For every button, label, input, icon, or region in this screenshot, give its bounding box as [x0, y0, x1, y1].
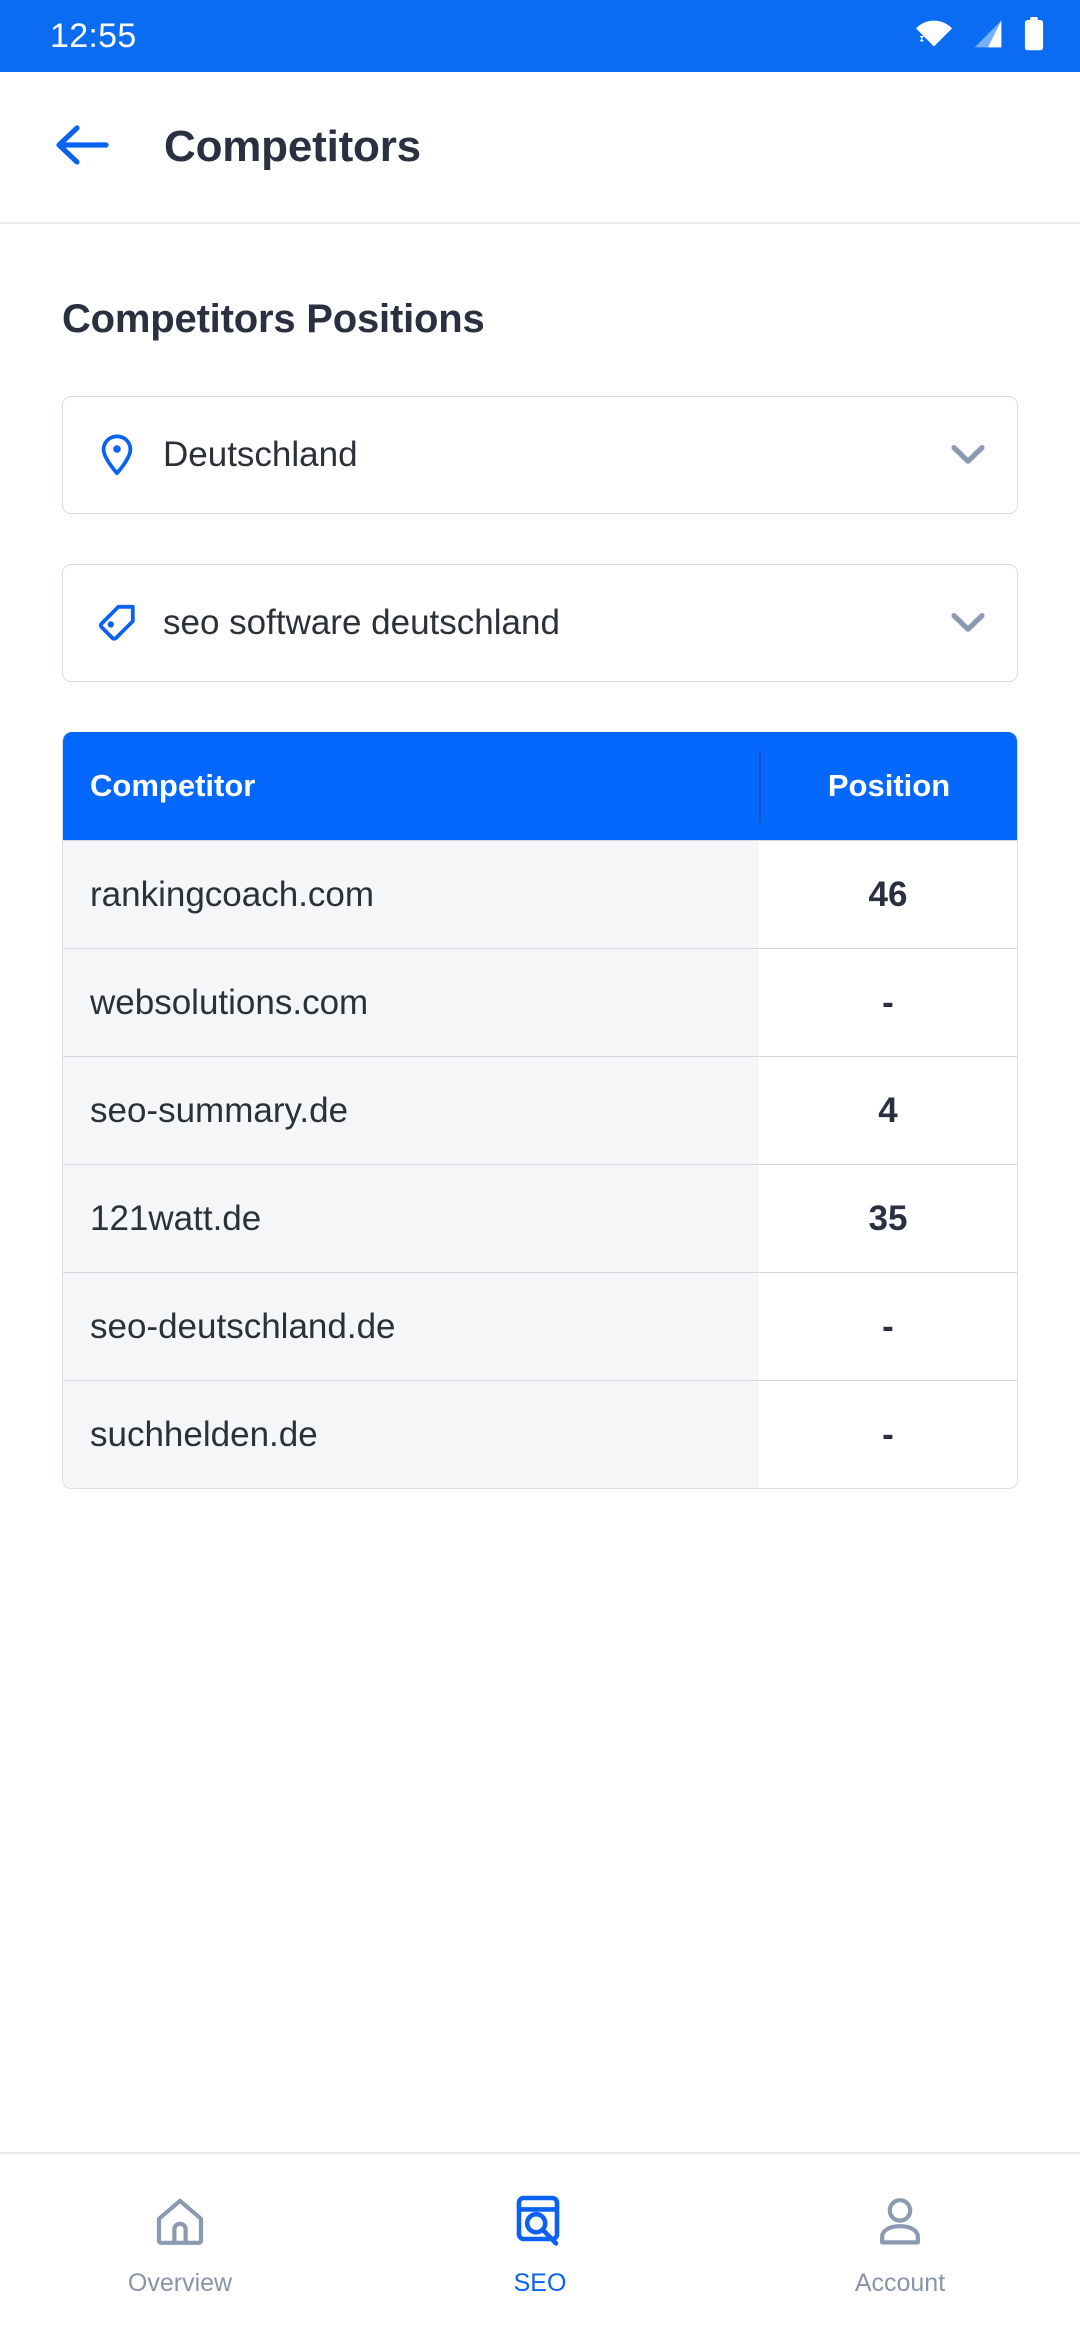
back-button[interactable] — [38, 103, 126, 191]
status-bar-clock: 12:55 — [50, 16, 137, 55]
cell-position: 35 — [759, 1165, 1017, 1272]
page-title-appbar: Competitors — [164, 122, 421, 171]
table-row[interactable]: websolutions.com - — [63, 948, 1017, 1056]
keyword-select-value: seo software deutschland — [163, 603, 560, 642]
cell-competitor: rankingcoach.com — [63, 841, 759, 948]
map-pin-icon — [97, 434, 137, 476]
table-row[interactable]: seo-deutschland.de - — [63, 1272, 1017, 1380]
arrow-left-icon — [54, 122, 110, 173]
app-bar: Competitors — [0, 72, 1080, 224]
table-row[interactable]: 121watt.de 35 — [63, 1164, 1017, 1272]
cell-competitor: suchhelden.de — [63, 1381, 759, 1488]
seo-search-icon — [513, 2189, 567, 2253]
nav-item-account[interactable]: Account — [720, 2154, 1080, 2332]
cellular-signal-icon — [970, 19, 1006, 54]
column-header-position: Position — [759, 750, 1017, 822]
nav-label-overview: Overview — [127, 2268, 233, 2297]
cell-position: - — [759, 1381, 1017, 1488]
tag-icon — [97, 604, 137, 642]
nav-label-account: Account — [854, 2268, 946, 2297]
chevron-down-icon — [951, 444, 985, 466]
cell-position: 46 — [759, 841, 1017, 948]
table-row[interactable]: suchhelden.de - — [63, 1380, 1017, 1488]
cell-competitor: seo-deutschland.de — [63, 1273, 759, 1380]
keyword-select[interactable]: seo software deutschland — [62, 564, 1018, 682]
cell-competitor: websolutions.com — [63, 949, 759, 1056]
table-row[interactable]: seo-summary.de 4 — [63, 1056, 1017, 1164]
nav-item-seo[interactable]: SEO — [360, 2154, 720, 2332]
chevron-down-icon — [951, 612, 985, 634]
cell-competitor: seo-summary.de — [63, 1057, 759, 1164]
cell-position: 4 — [759, 1057, 1017, 1164]
main-content: Competitors Positions Deutschland seo so… — [0, 224, 1080, 2152]
person-icon — [873, 2189, 927, 2253]
battery-icon — [1022, 16, 1046, 56]
column-header-competitor: Competitor — [90, 768, 256, 803]
country-select-value: Deutschland — [163, 435, 358, 474]
nav-label-seo: SEO — [513, 2268, 567, 2297]
status-bar-icons — [914, 16, 1046, 56]
table-header-row: Competitor Position — [63, 732, 1017, 840]
table-row[interactable]: rankingcoach.com 46 — [63, 840, 1017, 948]
cell-competitor: 121watt.de — [63, 1165, 759, 1272]
cell-position: - — [759, 949, 1017, 1056]
competitors-table: Competitor Position rankingcoach.com 46 … — [62, 732, 1018, 1489]
bottom-navigation: Overview SEO Account — [0, 2152, 1080, 2332]
nav-item-overview[interactable]: Overview — [0, 2154, 360, 2332]
app-screen: 12:55 Competitors Competitors Positions … — [0, 0, 1080, 2332]
section-heading: Competitors Positions — [62, 297, 485, 341]
wifi-icon — [914, 19, 954, 54]
home-icon — [153, 2189, 207, 2253]
cell-position: - — [759, 1273, 1017, 1380]
country-select[interactable]: Deutschland — [62, 396, 1018, 514]
status-bar: 12:55 — [0, 0, 1080, 72]
